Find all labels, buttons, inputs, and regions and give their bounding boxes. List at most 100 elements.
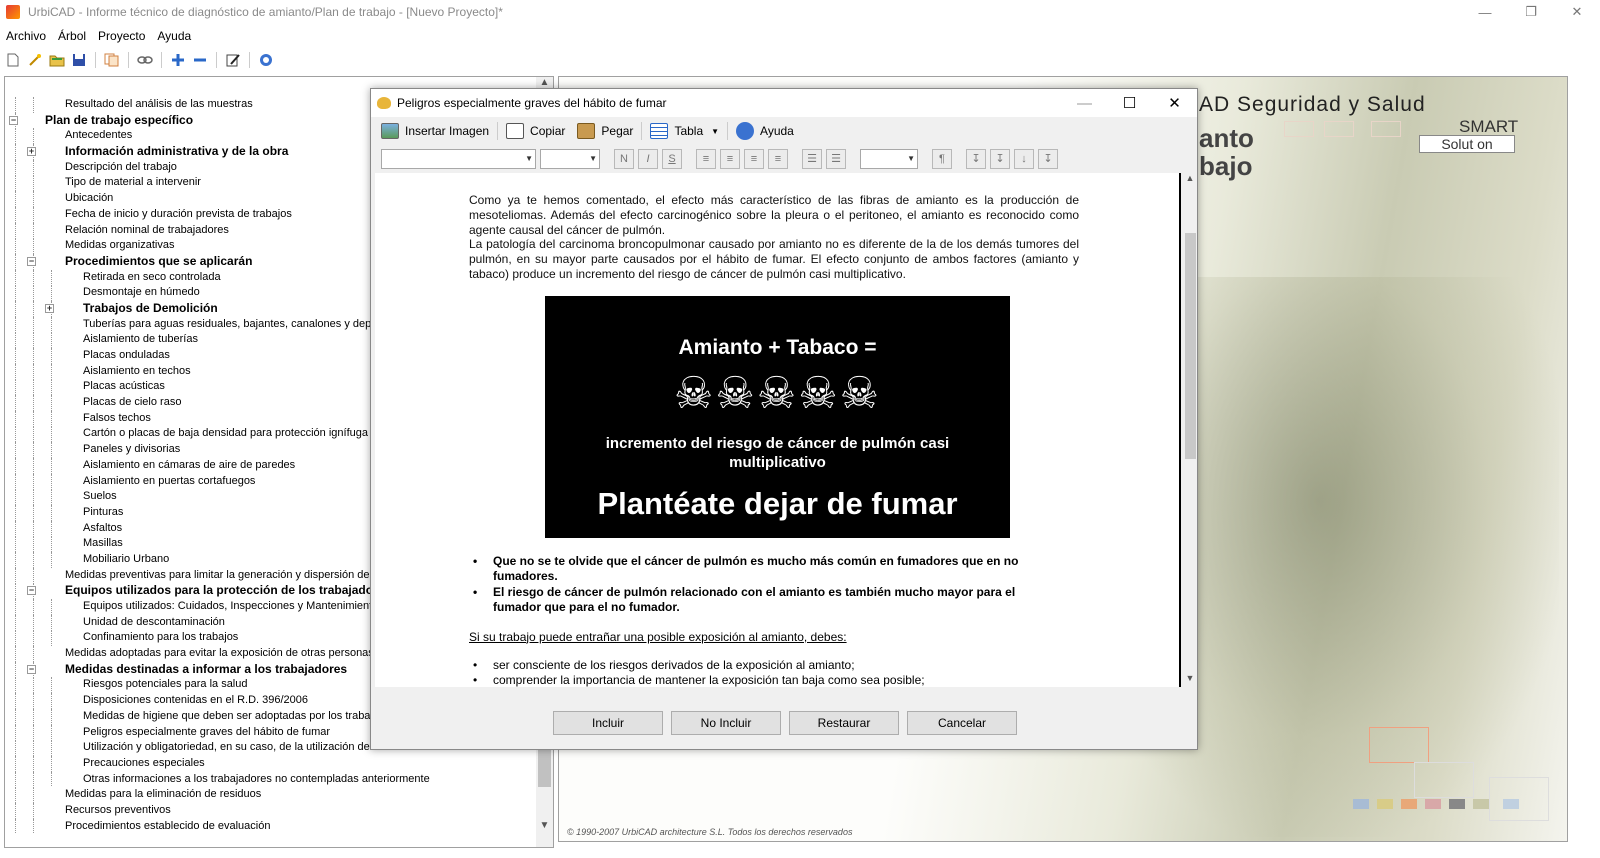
tree-item-label: Cartón o placas de baja densidad para pr… [83,427,368,440]
collapse-minus-icon[interactable]: − [9,115,18,125]
not-include-button[interactable]: No Incluir [671,711,781,735]
numbered-list-button[interactable]: ☰ [826,149,846,169]
dialog-maximize-button[interactable]: ☐ [1107,89,1152,117]
help-icon[interactable] [257,51,275,69]
bullet-list-button[interactable]: ☰ [802,149,822,169]
new-file-icon[interactable] [4,51,22,69]
edit-document-icon[interactable] [224,51,242,69]
tree-guide-line [15,457,16,474]
menu-archivo[interactable]: Archivo [0,29,52,43]
editor-scroll-thumb[interactable] [1185,233,1196,459]
scroll-thumb[interactable] [538,747,551,787]
tree-guide-line [33,708,34,725]
tree-guide-line [15,285,16,301]
open-wand-icon[interactable] [26,51,44,69]
tree-guide-line [33,473,34,490]
align-left-button[interactable]: ≡ [696,149,716,169]
dialog-close-button[interactable]: ✕ [1152,89,1197,117]
bold-button[interactable]: N [614,149,634,169]
scroll-down-arrow-icon[interactable]: ▼ [536,820,553,837]
tree-guide-line [33,567,34,584]
editor-scrollbar[interactable]: ▲ ▼ [1183,173,1197,687]
menu-proyecto[interactable]: Proyecto [92,29,151,43]
italic-button[interactable]: I [638,149,658,169]
include-button[interactable]: Incluir [553,711,663,735]
window-title: UrbiCAD - Informe técnico de diagnóstico… [28,5,503,19]
expand-plus-icon[interactable]: + [45,303,54,313]
collapse-minus-icon[interactable]: − [27,664,36,674]
indent-button-4[interactable]: ↧ [1038,149,1058,169]
tree-item[interactable]: Precauciones especiales [5,755,537,772]
tree-guide-line [15,489,16,505]
tree-item-label: Equipos utilizados: Cuidados, Inspeccion… [83,600,384,612]
copy-pages-icon[interactable] [103,51,121,69]
tree-guide-line [15,473,16,490]
tree-guide-line [15,222,16,239]
toolbar-separator [249,52,250,68]
scroll-down-arrow-icon[interactable]: ▼ [1183,673,1197,683]
paragraph-button[interactable]: ¶ [932,149,952,169]
tree-guide-line [33,332,34,348]
tree-guide-line [51,599,52,615]
tree-item-label: Placas onduladas [83,349,170,361]
style-select[interactable] [860,149,918,169]
dialog-smoking-hazards: Peligros especialmente graves del hábito… [370,88,1198,750]
tree-item-label: Placas acústicas [83,380,165,393]
expand-plus-icon[interactable]: + [27,147,36,157]
help-button[interactable]: Ayuda [730,119,800,143]
menu-ayuda[interactable]: Ayuda [151,29,197,43]
expand-plus-icon[interactable] [169,51,187,69]
dialog-minimize-button[interactable]: — [1062,89,1107,117]
align-right-button[interactable]: ≡ [744,149,764,169]
strike-button[interactable]: S [662,149,682,169]
indent-button-3[interactable]: ↓ [1014,149,1034,169]
tree-guide-line [33,693,34,709]
tree-guide-line [15,599,16,615]
collapse-minus-icon[interactable]: − [27,256,36,266]
tree-item[interactable]: Otras informaciones a los trabajadores n… [5,771,537,788]
open-folder-icon[interactable] [48,51,66,69]
tree-guide-line [33,238,34,254]
tree-item-label: Placas de cielo raso [83,396,182,409]
font-family-select[interactable] [381,149,536,169]
tree-item-label: Trabajos de Demolición [83,300,218,315]
collapse-minus-icon[interactable]: − [27,586,36,596]
table-button[interactable]: Tabla ▼ [644,119,725,143]
align-center-button[interactable]: ≡ [720,149,740,169]
tree-guide-line [33,206,34,223]
justify-button[interactable]: ≡ [768,149,788,169]
menu-arbol[interactable]: Árbol [52,29,92,43]
tree-item-label: Procedimientos establecido de evaluación [65,819,271,832]
close-button[interactable]: ✕ [1554,0,1600,24]
tree-item[interactable]: Recursos preventivos [5,802,537,819]
minimize-button[interactable]: — [1462,0,1508,24]
tree-guide-line [33,457,34,474]
tree-guide-line [15,787,16,803]
toolbar-separator [128,52,129,68]
link-icon[interactable] [136,51,154,69]
tree-item[interactable]: Procedimientos establecido de evaluación [5,818,537,835]
indent-button-1[interactable]: ↧ [966,149,986,169]
paste-button[interactable]: Pegar [571,119,639,143]
tree-item[interactable]: Medidas para la eliminación de residuos [5,787,537,803]
rich-text-editor[interactable]: Como ya te hemos comentado, el efecto má… [375,173,1181,687]
smart-label: SMART [1459,117,1519,136]
maximize-button[interactable]: ❐ [1508,0,1554,24]
collapse-minus-icon[interactable] [191,51,209,69]
save-icon[interactable] [70,51,88,69]
insert-image-button[interactable]: Insertar Imagen [375,119,495,143]
cancel-button[interactable]: Cancelar [907,711,1017,735]
scroll-up-arrow-icon[interactable]: ▲ [1183,173,1197,183]
deco-box [1324,121,1354,137]
indent-button-2[interactable]: ↧ [990,149,1010,169]
color-square [1377,799,1393,809]
dialog-toolbar: Insertar Imagen Copiar Pegar Tabla ▼ Ayu… [375,119,800,143]
table-icon [650,123,669,139]
tree-item-label: Aislamiento en cámaras de aire de parede… [83,458,296,471]
tree-guide-line [51,363,52,380]
font-size-select[interactable] [540,149,600,169]
copy-button[interactable]: Copiar [500,119,571,143]
tree-item-label: Medidas preventivas para limitar la gene… [65,568,400,581]
restore-button[interactable]: Restaurar [789,711,899,735]
tree-item-label: Asfaltos [83,521,123,534]
